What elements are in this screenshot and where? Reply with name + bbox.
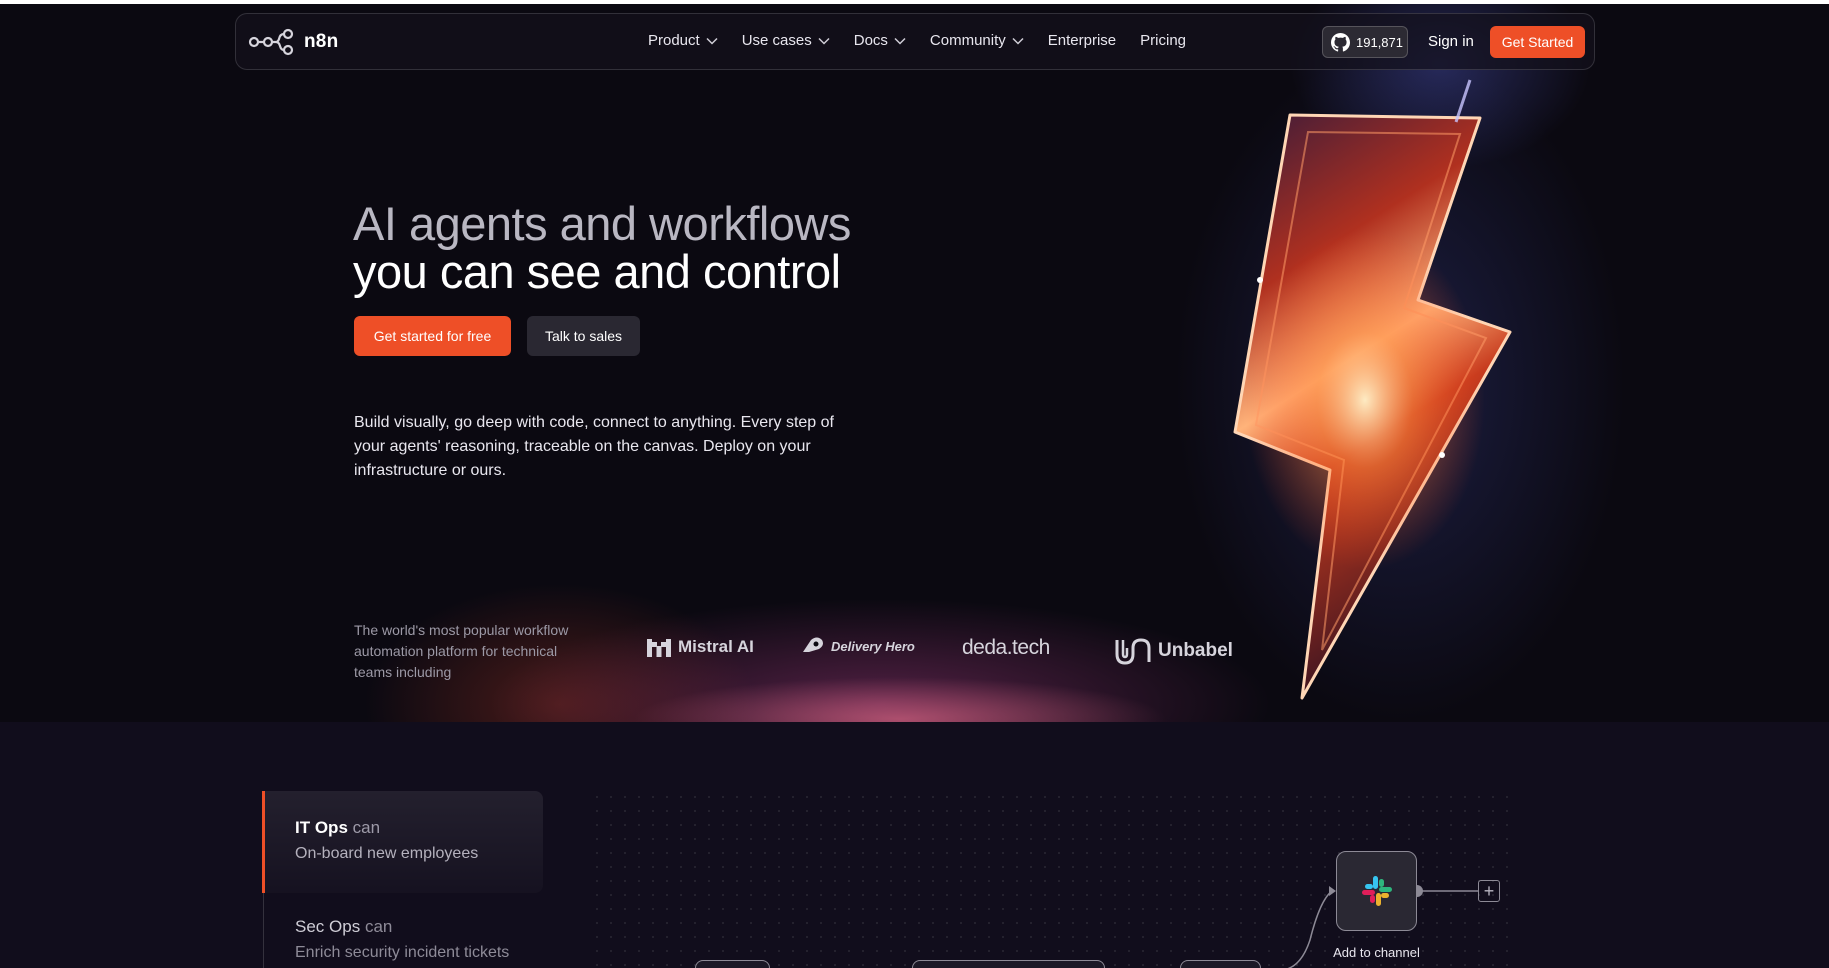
chevron-down-icon: [818, 37, 830, 45]
tab-verb: can: [364, 917, 393, 936]
workflow-node-partial[interactable]: [1180, 960, 1261, 968]
n8n-logo-icon: [248, 28, 294, 56]
workflow-node-partial[interactable]: [912, 960, 1105, 968]
active-tab-indicator: [262, 791, 265, 893]
github-stars-button[interactable]: 191,871: [1322, 26, 1408, 58]
nav-item-community[interactable]: Community: [930, 32, 1024, 49]
nav-item-pricing[interactable]: Pricing: [1140, 32, 1186, 49]
hero-headline-line1: AI agents and workflows: [353, 197, 851, 250]
get-started-button[interactable]: Get Started: [1490, 26, 1585, 58]
unbabel-logo-icon: [1115, 638, 1151, 665]
customer-logo-unbabel: Unbabel: [1114, 636, 1233, 666]
customer-logo-label: Mistral AI: [678, 637, 754, 656]
github-star-count: 191,871: [1356, 34, 1403, 50]
workflow-node-label: Add to channel: [1333, 945, 1420, 960]
tab-it-ops-title: IT Ops can: [295, 818, 380, 838]
customer-logo-delivery-hero: Delivery Hero: [801, 636, 915, 656]
nav-item-label: Community: [929, 32, 1006, 49]
nav-item-label: Product: [648, 32, 700, 49]
nav-item-use-cases[interactable]: Use cases: [742, 32, 830, 49]
hero-headline-line2: you can see and control: [353, 245, 841, 298]
top-navigation: n8n Product Use cases Docs Community Ent…: [235, 13, 1595, 70]
nav-item-product[interactable]: Product: [648, 32, 718, 49]
plus-icon[interactable]: +: [1478, 880, 1500, 902]
nav-item-label: Pricing: [1140, 32, 1187, 49]
chevron-down-icon: [1012, 37, 1024, 45]
tab-team-name: IT Ops: [295, 818, 348, 837]
nav-item-label: Enterprise: [1047, 32, 1117, 49]
slack-icon: [1361, 876, 1392, 906]
get-started-free-button[interactable]: Get started for free: [354, 316, 511, 356]
tabs-divider: [263, 893, 264, 968]
brand-name: n8n: [304, 31, 339, 52]
talk-to-sales-button[interactable]: Talk to sales: [527, 316, 640, 356]
github-icon: [1331, 32, 1350, 52]
customer-logo-label: Unbabel: [1158, 640, 1233, 661]
customer-logo-label: deda.tech: [962, 636, 1050, 659]
tab-verb: can: [352, 818, 381, 837]
tab-it-ops[interactable]: [265, 791, 543, 893]
workflow-node-partial[interactable]: [695, 960, 770, 968]
customer-logo-label: Delivery Hero: [831, 638, 915, 654]
nav-item-label: Use cases: [741, 32, 812, 49]
lightning-bolt-illustration: [1233, 79, 1512, 700]
chevron-down-icon: [706, 37, 718, 45]
customer-logo-mistral: Mistral AI: [646, 636, 754, 658]
tab-sec-ops-title[interactable]: Sec Ops can: [295, 917, 392, 937]
tab-it-ops-task: On-board new employees: [295, 845, 479, 862]
nav-item-label: Docs: [853, 32, 888, 49]
n8n-logo[interactable]: n8n: [248, 28, 338, 56]
nav-item-enterprise[interactable]: Enterprise: [1048, 32, 1116, 49]
tab-sec-ops-task: Enrich security incident tickets: [295, 944, 510, 961]
mistral-logo-icon: [647, 639, 671, 657]
nav-links: Product Use cases Docs Community Enterpr…: [648, 32, 1210, 49]
hero-description: Build visually, go deep with code, conne…: [354, 414, 834, 479]
tab-team-name: Sec Ops: [295, 917, 361, 936]
customer-logo-dedatech: deda.tech: [962, 636, 1050, 660]
nav-item-docs[interactable]: Docs: [854, 32, 906, 49]
delivery-hero-logo-icon: [803, 637, 823, 652]
chevron-down-icon: [894, 37, 906, 45]
workflow-node-slack[interactable]: [1336, 851, 1417, 931]
trusted-by-text: The world's most popular workflow automa…: [354, 622, 569, 680]
sign-in-link[interactable]: Sign in: [1428, 33, 1474, 50]
